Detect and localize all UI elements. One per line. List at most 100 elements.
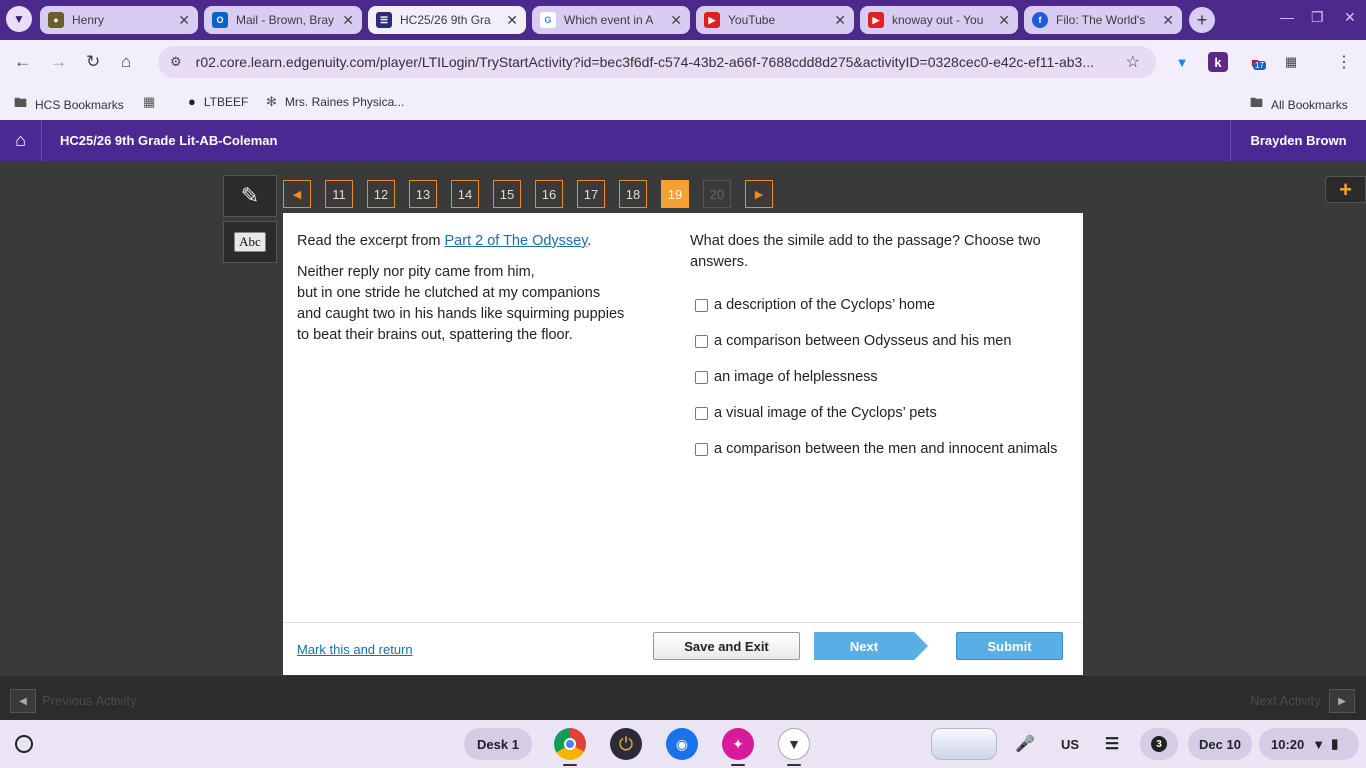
close-icon[interactable]: ✕ — [506, 12, 518, 29]
close-icon[interactable]: ✕ — [178, 12, 190, 29]
bookmark-raines[interactable]: ✻ Mrs. Raines Physica... — [266, 94, 404, 110]
next-activity-button[interactable]: ▶ — [1329, 689, 1355, 713]
answer-option[interactable]: a description of the Cyclops’ home — [690, 287, 1070, 323]
power-app-icon[interactable]: ⏻ — [610, 728, 642, 760]
close-window-icon[interactable]: ✕ — [1344, 9, 1356, 26]
more-menu-icon[interactable]: ⋮ — [1334, 52, 1354, 72]
kami-extension-icon[interactable]: k — [1208, 52, 1228, 72]
youtube-favicon-icon: ▶ — [704, 12, 720, 28]
tab-henry[interactable]: ● Henry ✕ — [40, 6, 198, 34]
launcher-icon[interactable] — [15, 735, 33, 753]
answer-checkbox[interactable] — [695, 406, 708, 420]
reload-icon[interactable]: ↻ — [86, 52, 100, 72]
save-and-exit-button[interactable]: Save and Exit — [653, 632, 800, 660]
tab-youtube[interactable]: ▶ YouTube ✕ — [696, 6, 854, 34]
running-indicator — [731, 764, 745, 766]
passage-link[interactable]: Part 2 of The Odyssey — [445, 233, 588, 249]
answer-option[interactable]: a comparison between the men and innocen… — [690, 431, 1070, 467]
notes-tool-button[interactable]: ✎ — [223, 175, 277, 217]
triangle-right-icon: ▶ — [754, 188, 764, 201]
puzzle-icon[interactable]: ▦ — [1281, 52, 1301, 72]
question-nav-item[interactable]: 16 — [535, 180, 563, 208]
question-number: 19 — [667, 186, 683, 202]
answer-checkbox[interactable] — [695, 334, 708, 348]
shield-app-icon[interactable]: ▼ — [778, 728, 810, 760]
camera-app-icon[interactable]: ◉ — [666, 728, 698, 760]
answer-option[interactable]: a visual image of the Cyclops’ pets — [690, 395, 1070, 431]
question-nav-item[interactable]: 13 — [409, 180, 437, 208]
expand-tools-button[interactable]: + — [1325, 176, 1366, 203]
home-button[interactable]: ⌂ — [0, 120, 42, 161]
next-button[interactable]: Next — [814, 632, 928, 660]
submit-label: Submit — [987, 638, 1032, 654]
answer-option[interactable]: an image of helplessness — [690, 359, 1070, 395]
status-area[interactable]: 10:20 ▼ ▮ — [1259, 728, 1359, 760]
apps-shortcut[interactable]: ▦ — [143, 94, 163, 110]
question-nav-item[interactable]: 14 — [451, 180, 479, 208]
google-favicon-icon: G — [540, 12, 556, 28]
restore-icon[interactable]: ❐ — [1311, 9, 1324, 26]
answer-checkbox[interactable] — [695, 370, 708, 384]
answer-label[interactable]: an image of helplessness — [714, 367, 878, 388]
question-number: 18 — [625, 186, 641, 202]
answer-option[interactable]: a comparison between Odysseus and his me… — [690, 323, 1070, 359]
close-icon[interactable]: ✕ — [834, 12, 846, 29]
tab-filo[interactable]: f Filo: The World's ✕ — [1024, 6, 1182, 34]
all-bookmarks[interactable]: 🖿 All Bookmarks — [1250, 94, 1348, 116]
answer-label[interactable]: a comparison between the men and innocen… — [714, 439, 1057, 460]
answer-checkbox[interactable] — [695, 298, 708, 312]
question-nav-item[interactable]: 18 — [619, 180, 647, 208]
tab-youtube-knoway[interactable]: ▶ knoway out - You ✕ — [860, 6, 1018, 34]
passage-column: Read the excerpt from Part 2 of The Odys… — [297, 231, 657, 346]
question-prev-button[interactable]: ◀ — [283, 180, 311, 208]
minimize-icon[interactable]: — — [1280, 9, 1294, 25]
dictionary-tool-button[interactable]: Abc — [223, 221, 277, 263]
close-icon[interactable]: ✕ — [1162, 12, 1174, 29]
home-icon[interactable]: ⌂ — [121, 52, 131, 72]
address-bar[interactable]: ⚙ r02.core.learn.edgenuity.com/player/LT… — [158, 46, 1156, 78]
new-tab-button[interactable]: + — [1189, 7, 1215, 33]
answer-checkbox[interactable] — [695, 442, 708, 456]
forward-arrow-icon[interactable]: → — [50, 52, 67, 72]
question-number: 17 — [583, 186, 599, 202]
shield-extension-icon[interactable]: ▼ — [1172, 52, 1192, 72]
desk-switcher[interactable]: Desk 1 — [464, 728, 532, 760]
close-icon[interactable]: ✕ — [342, 12, 354, 29]
back-arrow-icon[interactable]: ← — [14, 52, 31, 72]
user-menu[interactable]: Brayden Brown — [1230, 120, 1366, 161]
tab-search-button[interactable]: ▼ — [6, 6, 32, 32]
bookmark-hcs[interactable]: 🖿 HCS Bookmarks — [14, 94, 124, 116]
question-nav-item[interactable]: 15 — [493, 180, 521, 208]
bookmark-ltbeef[interactable]: ● LTBEEF — [188, 94, 248, 109]
bookmark-label: Mrs. Raines Physica... — [284, 95, 405, 109]
date-button[interactable]: Dec 10 — [1188, 728, 1252, 760]
tab-google[interactable]: G Which event in A ✕ — [532, 6, 690, 34]
media-controls-icon[interactable]: ☰ — [1099, 728, 1125, 760]
answer-label[interactable]: a visual image of the Cyclops’ pets — [714, 403, 937, 424]
tab-mail[interactable]: O Mail - Brown, Bray ✕ — [204, 6, 362, 34]
close-icon[interactable]: ✕ — [998, 12, 1010, 29]
keyboard-layout[interactable]: US — [1052, 728, 1088, 760]
close-icon[interactable]: ✕ — [670, 12, 682, 29]
question-nav-item[interactable]: 12 — [367, 180, 395, 208]
extension-badge-icon[interactable]: ■17 — [1245, 52, 1266, 72]
question-nav-item[interactable]: 11 — [325, 180, 353, 208]
answer-label[interactable]: a comparison between Odysseus and his me… — [714, 331, 1011, 352]
question-nav-item-current[interactable]: 19 — [661, 180, 689, 208]
submit-button[interactable]: Submit — [956, 632, 1063, 660]
bookmark-star-icon[interactable]: ☆ — [1126, 52, 1140, 72]
answer-label[interactable]: a description of the Cyclops’ home — [714, 295, 935, 316]
notifications-button[interactable]: 3 — [1140, 728, 1178, 760]
mark-and-return-link[interactable]: Mark this and return — [297, 642, 413, 657]
chrome-app-icon[interactable] — [554, 728, 586, 760]
previous-activity-button[interactable]: ◀ — [10, 689, 36, 713]
tab-edgenuity[interactable]: ☰ HC25/26 9th Gra ✕ — [368, 6, 526, 34]
site-info-icon[interactable]: ⚙ — [170, 54, 182, 70]
canvas-app-icon[interactable]: ✦ — [722, 728, 754, 760]
microphone-icon[interactable]: 🎤 — [1012, 728, 1038, 760]
url-text[interactable]: r02.core.learn.edgenuity.com/player/LTIL… — [196, 54, 1116, 70]
question-next-button[interactable]: ▶ — [745, 180, 773, 208]
question-nav-item[interactable]: 17 — [577, 180, 605, 208]
page-icon: ✻ — [266, 94, 277, 109]
screen-capture-thumbnail[interactable] — [931, 728, 997, 760]
